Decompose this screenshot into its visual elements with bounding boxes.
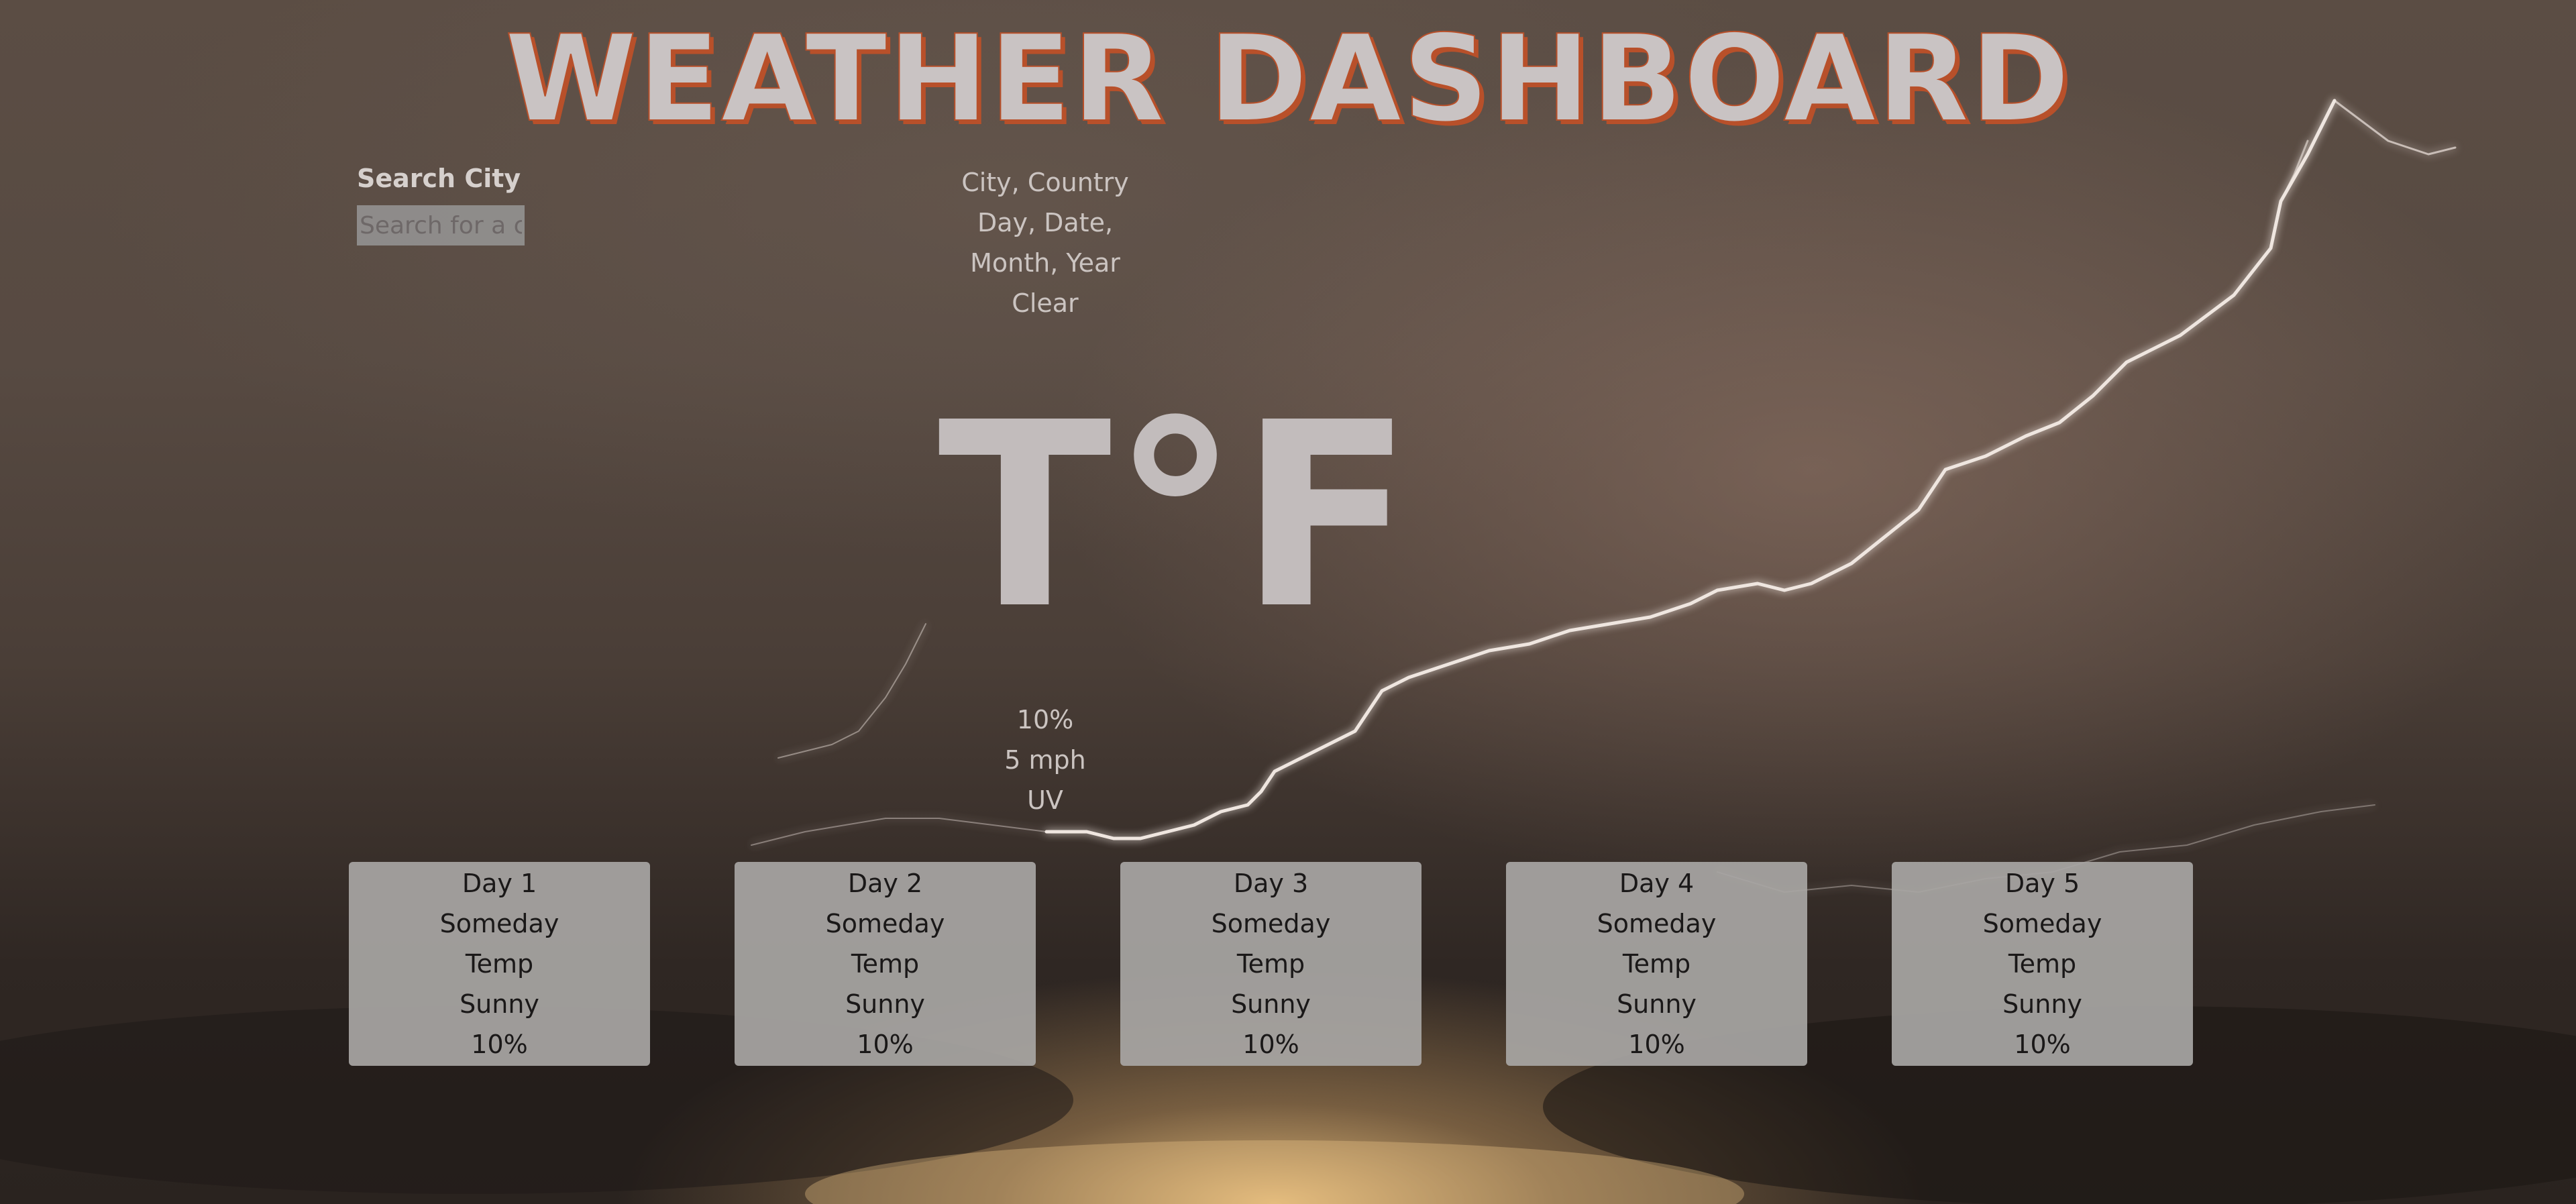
page-title: WEATHER DASHBOARD bbox=[504, 9, 2072, 148]
search-city-label: Search City bbox=[357, 164, 521, 193]
forecast-date: Someday bbox=[439, 909, 559, 938]
forecast-row: Day 1 Someday Temp Sunny 10% Day 2 Somed… bbox=[0, 862, 2576, 1066]
forecast-day-label: Day 5 bbox=[2004, 869, 2080, 898]
forecast-humidity: 10% bbox=[471, 1030, 528, 1059]
search-city-input[interactable] bbox=[357, 205, 525, 245]
forecast-day-label: Day 2 bbox=[847, 869, 923, 898]
forecast-humidity: 10% bbox=[857, 1030, 914, 1059]
current-weather-details: 10% 5 mph UV bbox=[911, 700, 1179, 820]
forecast-card-day-2: Day 2 Someday Temp Sunny 10% bbox=[735, 862, 1036, 1066]
forecast-condition: Sunny bbox=[1617, 989, 1697, 1019]
forecast-card-day-5: Day 5 Someday Temp Sunny 10% bbox=[1892, 862, 2193, 1066]
humidity-text: 10% bbox=[1016, 705, 1074, 734]
forecast-humidity: 10% bbox=[2014, 1030, 2071, 1059]
forecast-date: Someday bbox=[1982, 909, 2102, 938]
search-panel: Search City bbox=[357, 161, 525, 245]
forecast-day-label: Day 3 bbox=[1233, 869, 1309, 898]
forecast-condition: Sunny bbox=[845, 989, 925, 1019]
forecast-date: Someday bbox=[1597, 909, 1717, 938]
forecast-humidity: 10% bbox=[1628, 1030, 1685, 1059]
forecast-date: Someday bbox=[825, 909, 945, 938]
forecast-temp: Temp bbox=[2008, 949, 2077, 979]
forecast-temp: Temp bbox=[1236, 949, 1305, 979]
forecast-condition: Sunny bbox=[460, 989, 539, 1019]
forecast-condition: Sunny bbox=[1231, 989, 1311, 1019]
location-text: City, Country bbox=[961, 168, 1129, 197]
forecast-condition: Sunny bbox=[2002, 989, 2082, 1019]
forecast-temp: Temp bbox=[1622, 949, 1691, 979]
forecast-humidity: 10% bbox=[1242, 1030, 1299, 1059]
forecast-temp: Temp bbox=[465, 949, 534, 979]
forecast-day-label: Day 1 bbox=[462, 869, 537, 898]
forecast-date: Someday bbox=[1211, 909, 1331, 938]
forecast-temp: Temp bbox=[851, 949, 920, 979]
wind-speed-text: 5 mph bbox=[1004, 745, 1086, 775]
current-temperature: T°F bbox=[938, 368, 1413, 665]
forecast-card-day-1: Day 1 Someday Temp Sunny 10% bbox=[349, 862, 650, 1066]
forecast-card-day-3: Day 3 Someday Temp Sunny 10% bbox=[1120, 862, 1421, 1066]
month-year-text: Month, Year bbox=[970, 248, 1120, 278]
forecast-day-label: Day 4 bbox=[1619, 869, 1695, 898]
day-date-text: Day, Date, bbox=[977, 208, 1114, 237]
forecast-card-day-4: Day 4 Someday Temp Sunny 10% bbox=[1506, 862, 1807, 1066]
condition-text: Clear bbox=[1012, 288, 1079, 318]
current-weather-info: City, Country Day, Date, Month, Year Cle… bbox=[911, 162, 1179, 323]
uv-index-text: UV bbox=[1027, 785, 1063, 815]
